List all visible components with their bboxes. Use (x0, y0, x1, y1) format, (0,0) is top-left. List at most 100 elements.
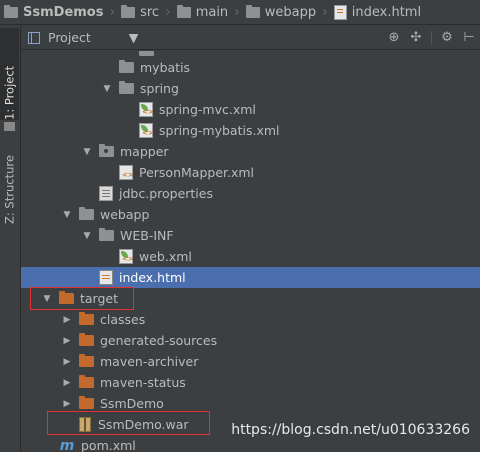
tree-node-maven-archiver[interactable]: ▶ maven-archiver (21, 351, 480, 372)
breadcrumb-item-main[interactable]: main (176, 4, 229, 20)
target-icon[interactable]: ⊕ (387, 29, 401, 47)
excluded-folder-icon (79, 312, 94, 325)
tree-node-classes[interactable]: ▶ classes (21, 309, 480, 330)
tree-node-index-html[interactable]: index.html (21, 267, 480, 288)
tree-node-label: WEB-INF (120, 228, 174, 243)
expand-arrow-right-icon[interactable]: ▶ (61, 357, 73, 367)
excluded-folder-icon (79, 333, 94, 346)
expand-arrow-down-icon[interactable]: ▼ (61, 210, 73, 220)
chevron-right-icon: › (322, 4, 328, 20)
folder-icon (121, 4, 136, 18)
tree-node-label: generated-sources (100, 333, 218, 348)
excluded-folder-icon (79, 354, 94, 367)
folder-icon (79, 207, 94, 220)
panel-title: Project (48, 30, 91, 45)
tree-node-label: mybatis (140, 60, 191, 75)
project-tree: mybatis ▼ spring <> spring-mvc.xml <> spring-m… (21, 51, 480, 452)
tree-node-label: spring-mvc.xml (159, 102, 256, 117)
structure-icon (4, 122, 15, 131)
folder-icon (119, 81, 134, 94)
tree-node-label: mapper (120, 144, 169, 159)
chevron-right-icon: › (109, 4, 116, 20)
project-icon (28, 31, 40, 44)
folder-icon (99, 228, 114, 241)
tree-node-mapper[interactable]: ▼ mapper (21, 141, 480, 162)
tree-node-label: spring (140, 81, 179, 96)
tree-node-label: index.html (119, 270, 186, 285)
package-folder-icon (99, 144, 114, 157)
breadcrumb-label: SsmDemos (23, 4, 104, 20)
tree-node-web-xml[interactable]: <> web.xml (21, 246, 480, 267)
expand-arrow-right-icon[interactable]: ▶ (61, 336, 73, 346)
breadcrumb-item-index-html[interactable]: index.html (333, 4, 422, 20)
html-file-icon (333, 4, 347, 20)
highlight-box-target (30, 287, 134, 310)
watermark: https://blog.csdn.net/u010633266 (231, 422, 470, 438)
expand-arrow-down-icon[interactable]: ▼ (81, 231, 93, 241)
breadcrumb-label: index.html (351, 4, 422, 20)
expand-arrow-right-icon[interactable]: ▶ (61, 378, 73, 388)
tool-tab-label: 1: Project (2, 65, 17, 120)
excluded-folder-icon (79, 375, 94, 388)
tree-node-web-inf[interactable]: ▼ WEB-INF (21, 225, 480, 246)
tool-tab-project[interactable]: 1: Project (0, 28, 19, 120)
tool-tab-structure[interactable]: Z: Structure (0, 138, 19, 224)
expand-arrow-down-icon[interactable]: ▼ (81, 147, 93, 157)
tree-node-label: SsmDemo (100, 396, 164, 411)
tree-node-label: webapp (100, 207, 150, 222)
expand-arrow-right-icon[interactable]: ▶ (61, 315, 73, 325)
folder-icon (176, 4, 191, 18)
breadcrumb-item-webapp[interactable]: webapp (245, 4, 317, 20)
excluded-folder-icon (79, 396, 94, 409)
tree-node-label: pom.xml (81, 438, 136, 452)
panel-toolbar: ⊕ ✣ ⚙ ⊢ (387, 29, 476, 47)
project-panel-header: Project ▼ ⊕ ✣ ⚙ ⊢ (21, 26, 480, 50)
html-file-icon (99, 270, 113, 285)
folder-icon (119, 60, 134, 73)
breadcrumb: SsmDemos › src › main › webapp › index.h… (0, 0, 480, 25)
properties-file-icon (99, 186, 113, 201)
collapse-icon[interactable]: ✣ (409, 29, 423, 47)
maven-icon: m (59, 437, 75, 452)
tree-node-personmapper-xml[interactable]: <> PersonMapper.xml (21, 162, 480, 183)
gear-icon[interactable]: ⚙ (440, 29, 454, 47)
spring-xml-icon: <> (119, 249, 134, 264)
tree-node-webapp[interactable]: ▼ webapp (21, 204, 480, 225)
tree-node-spring-mybatis-xml[interactable]: <> spring-mybatis.xml (21, 120, 480, 141)
chevron-right-icon: › (234, 4, 240, 20)
expand-arrow-right-icon[interactable]: ▶ (61, 399, 73, 409)
folder-icon (4, 4, 18, 18)
tree-node-mybatis[interactable]: mybatis (21, 57, 480, 78)
breadcrumb-label: main (195, 4, 229, 20)
xml-file-icon: <> (119, 165, 134, 180)
tree-node-spring-mvc-xml[interactable]: <> spring-mvc.xml (21, 99, 480, 120)
spring-xml-icon: <> (139, 123, 154, 138)
breadcrumb-label: src (140, 4, 160, 20)
tree-node-label: maven-status (100, 375, 186, 390)
tree-node-label: maven-archiver (100, 354, 199, 369)
tree-node-label: jdbc.properties (119, 186, 213, 201)
divider (431, 31, 432, 45)
expand-arrow-down-icon[interactable]: ▼ (101, 84, 113, 94)
folder-icon (245, 4, 260, 18)
spring-xml-icon: <> (139, 102, 154, 117)
tree-node-label: spring-mybatis.xml (159, 123, 280, 138)
tree-node-label: web.xml (139, 249, 192, 264)
breadcrumb-label: webapp (264, 4, 317, 20)
folder-icon (139, 51, 154, 56)
tree-node-maven-status[interactable]: ▶ maven-status (21, 372, 480, 393)
tree-node-label: PersonMapper.xml (139, 165, 255, 180)
tool-tab-label: Z: Structure (2, 155, 17, 224)
chevron-down-icon: ▼ (128, 30, 139, 45)
breadcrumb-item-src[interactable]: src (121, 4, 160, 20)
tree-node-jdbc-properties[interactable]: jdbc.properties (21, 183, 480, 204)
tree-node-spring[interactable]: ▼ spring (21, 78, 480, 99)
tool-window-strip: 1: Project Z: Structure (0, 26, 21, 452)
chevron-right-icon: › (165, 4, 171, 20)
highlight-box-war (47, 411, 210, 435)
breadcrumb-item-project[interactable]: SsmDemos (4, 4, 104, 20)
tree-node-label: classes (100, 312, 146, 327)
hide-icon[interactable]: ⊢ (462, 29, 476, 47)
project-view-selector[interactable]: Project ▼ (28, 30, 138, 45)
tree-node-generated-sources[interactable]: ▶ generated-sources (21, 330, 480, 351)
